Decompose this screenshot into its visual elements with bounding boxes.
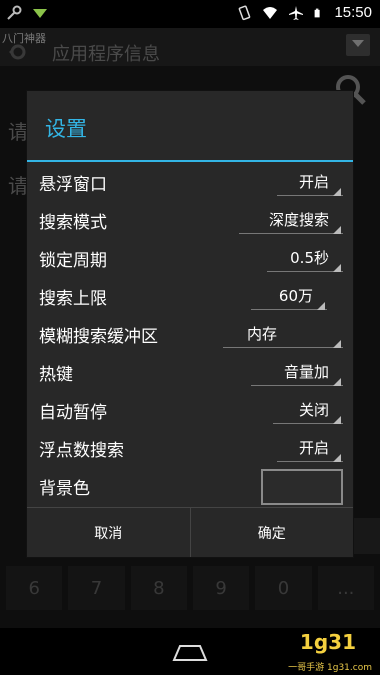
search-limit-spinner[interactable]: 60万 (251, 280, 327, 312)
hotkey-spinner[interactable]: 音量加 (251, 356, 343, 388)
lock-period-spinner[interactable]: 0.5秒 (267, 242, 343, 274)
setting-search-limit: 搜索上限 60万 (27, 278, 353, 316)
setting-label: 悬浮窗口 (39, 175, 107, 195)
fuzzy-buffer-spinner[interactable]: 内存 (223, 318, 343, 350)
floating-window-spinner[interactable]: 开启 (277, 166, 343, 198)
spinner-value: 深度搜索 (268, 211, 329, 229)
watermark-text: 一哥手游 1g31.com (288, 663, 372, 673)
background-color-swatch[interactable] (261, 469, 343, 505)
setting-auto-pause: 自动暂停 关闭 (27, 392, 353, 430)
setting-label: 热键 (39, 365, 73, 385)
tool-icon (7, 5, 22, 20)
setting-label: 模糊搜索缓冲区 (39, 327, 158, 347)
spinner-value: 内存 (246, 325, 277, 343)
spinner-arrow-icon (317, 302, 325, 310)
dialog-title: 设置 (45, 117, 87, 141)
cancel-button[interactable]: 取消 (27, 508, 190, 557)
status-bar: 15:50 (0, 0, 380, 28)
spinner-arrow-icon (333, 226, 341, 234)
setting-background-color: 背景色 (27, 468, 353, 506)
spinner-arrow-icon (333, 340, 341, 348)
setting-label: 浮点数搜索 (39, 441, 124, 461)
spinner-arrow-icon (333, 416, 341, 424)
search-mode-spinner[interactable]: 深度搜索 (239, 204, 343, 236)
spinner-underline (239, 233, 343, 234)
home-icon[interactable] (170, 642, 210, 662)
spinner-value: 开启 (298, 173, 329, 191)
setting-fuzzy-buffer: 模糊搜索缓冲区 内存 (27, 316, 353, 354)
spinner-arrow-icon (333, 188, 341, 196)
spinner-underline (251, 385, 343, 386)
title-divider (27, 160, 353, 162)
email-icon (33, 9, 47, 18)
setting-label: 锁定周期 (39, 251, 107, 271)
watermark-logo: 1g31 (299, 630, 356, 654)
spinner-arrow-icon (333, 454, 341, 462)
setting-floating-window: 悬浮窗口 开启 (27, 164, 353, 202)
setting-float-search: 浮点数搜索 开启 (27, 430, 353, 468)
setting-label: 背景色 (39, 479, 90, 499)
setting-label: 搜索模式 (39, 213, 107, 233)
spinner-underline (251, 309, 327, 310)
vibrate-icon (239, 5, 251, 20)
spinner-value: 音量加 (283, 363, 329, 381)
spinner-underline (267, 271, 343, 272)
float-search-spinner[interactable]: 开启 (277, 432, 343, 464)
spinner-value: 60万 (278, 287, 313, 305)
wifi-icon (263, 6, 278, 19)
confirm-button[interactable]: 确定 (189, 508, 354, 557)
auto-pause-spinner[interactable]: 关闭 (273, 394, 343, 426)
setting-hotkey: 热键 音量加 (27, 354, 353, 392)
navigation-bar: 1g31 一哥手游 1g31.com (0, 628, 380, 675)
spinner-arrow-icon (333, 264, 341, 272)
setting-search-mode: 搜索模式 深度搜索 (27, 202, 353, 240)
spinner-value: 开启 (298, 439, 329, 457)
airplane-icon (289, 5, 304, 20)
battery-icon (315, 8, 321, 17)
setting-label: 搜索上限 (39, 289, 107, 309)
spinner-value: 关闭 (298, 401, 329, 419)
dialog-button-bar: 取消 确定 (27, 507, 353, 557)
settings-dialog: 设置 悬浮窗口 开启 搜索模式 深度搜索 锁定周期 0.5秒 搜索上限 60万 (26, 90, 354, 558)
spinner-value: 0.5秒 (290, 249, 329, 267)
spinner-underline (223, 347, 343, 348)
clock: 15:50 (334, 4, 372, 21)
watermark: 1g31 一哥手游 1g31.com (252, 628, 376, 675)
setting-lock-period: 锁定周期 0.5秒 (27, 240, 353, 278)
setting-label: 自动暂停 (39, 403, 107, 423)
spinner-arrow-icon (333, 378, 341, 386)
